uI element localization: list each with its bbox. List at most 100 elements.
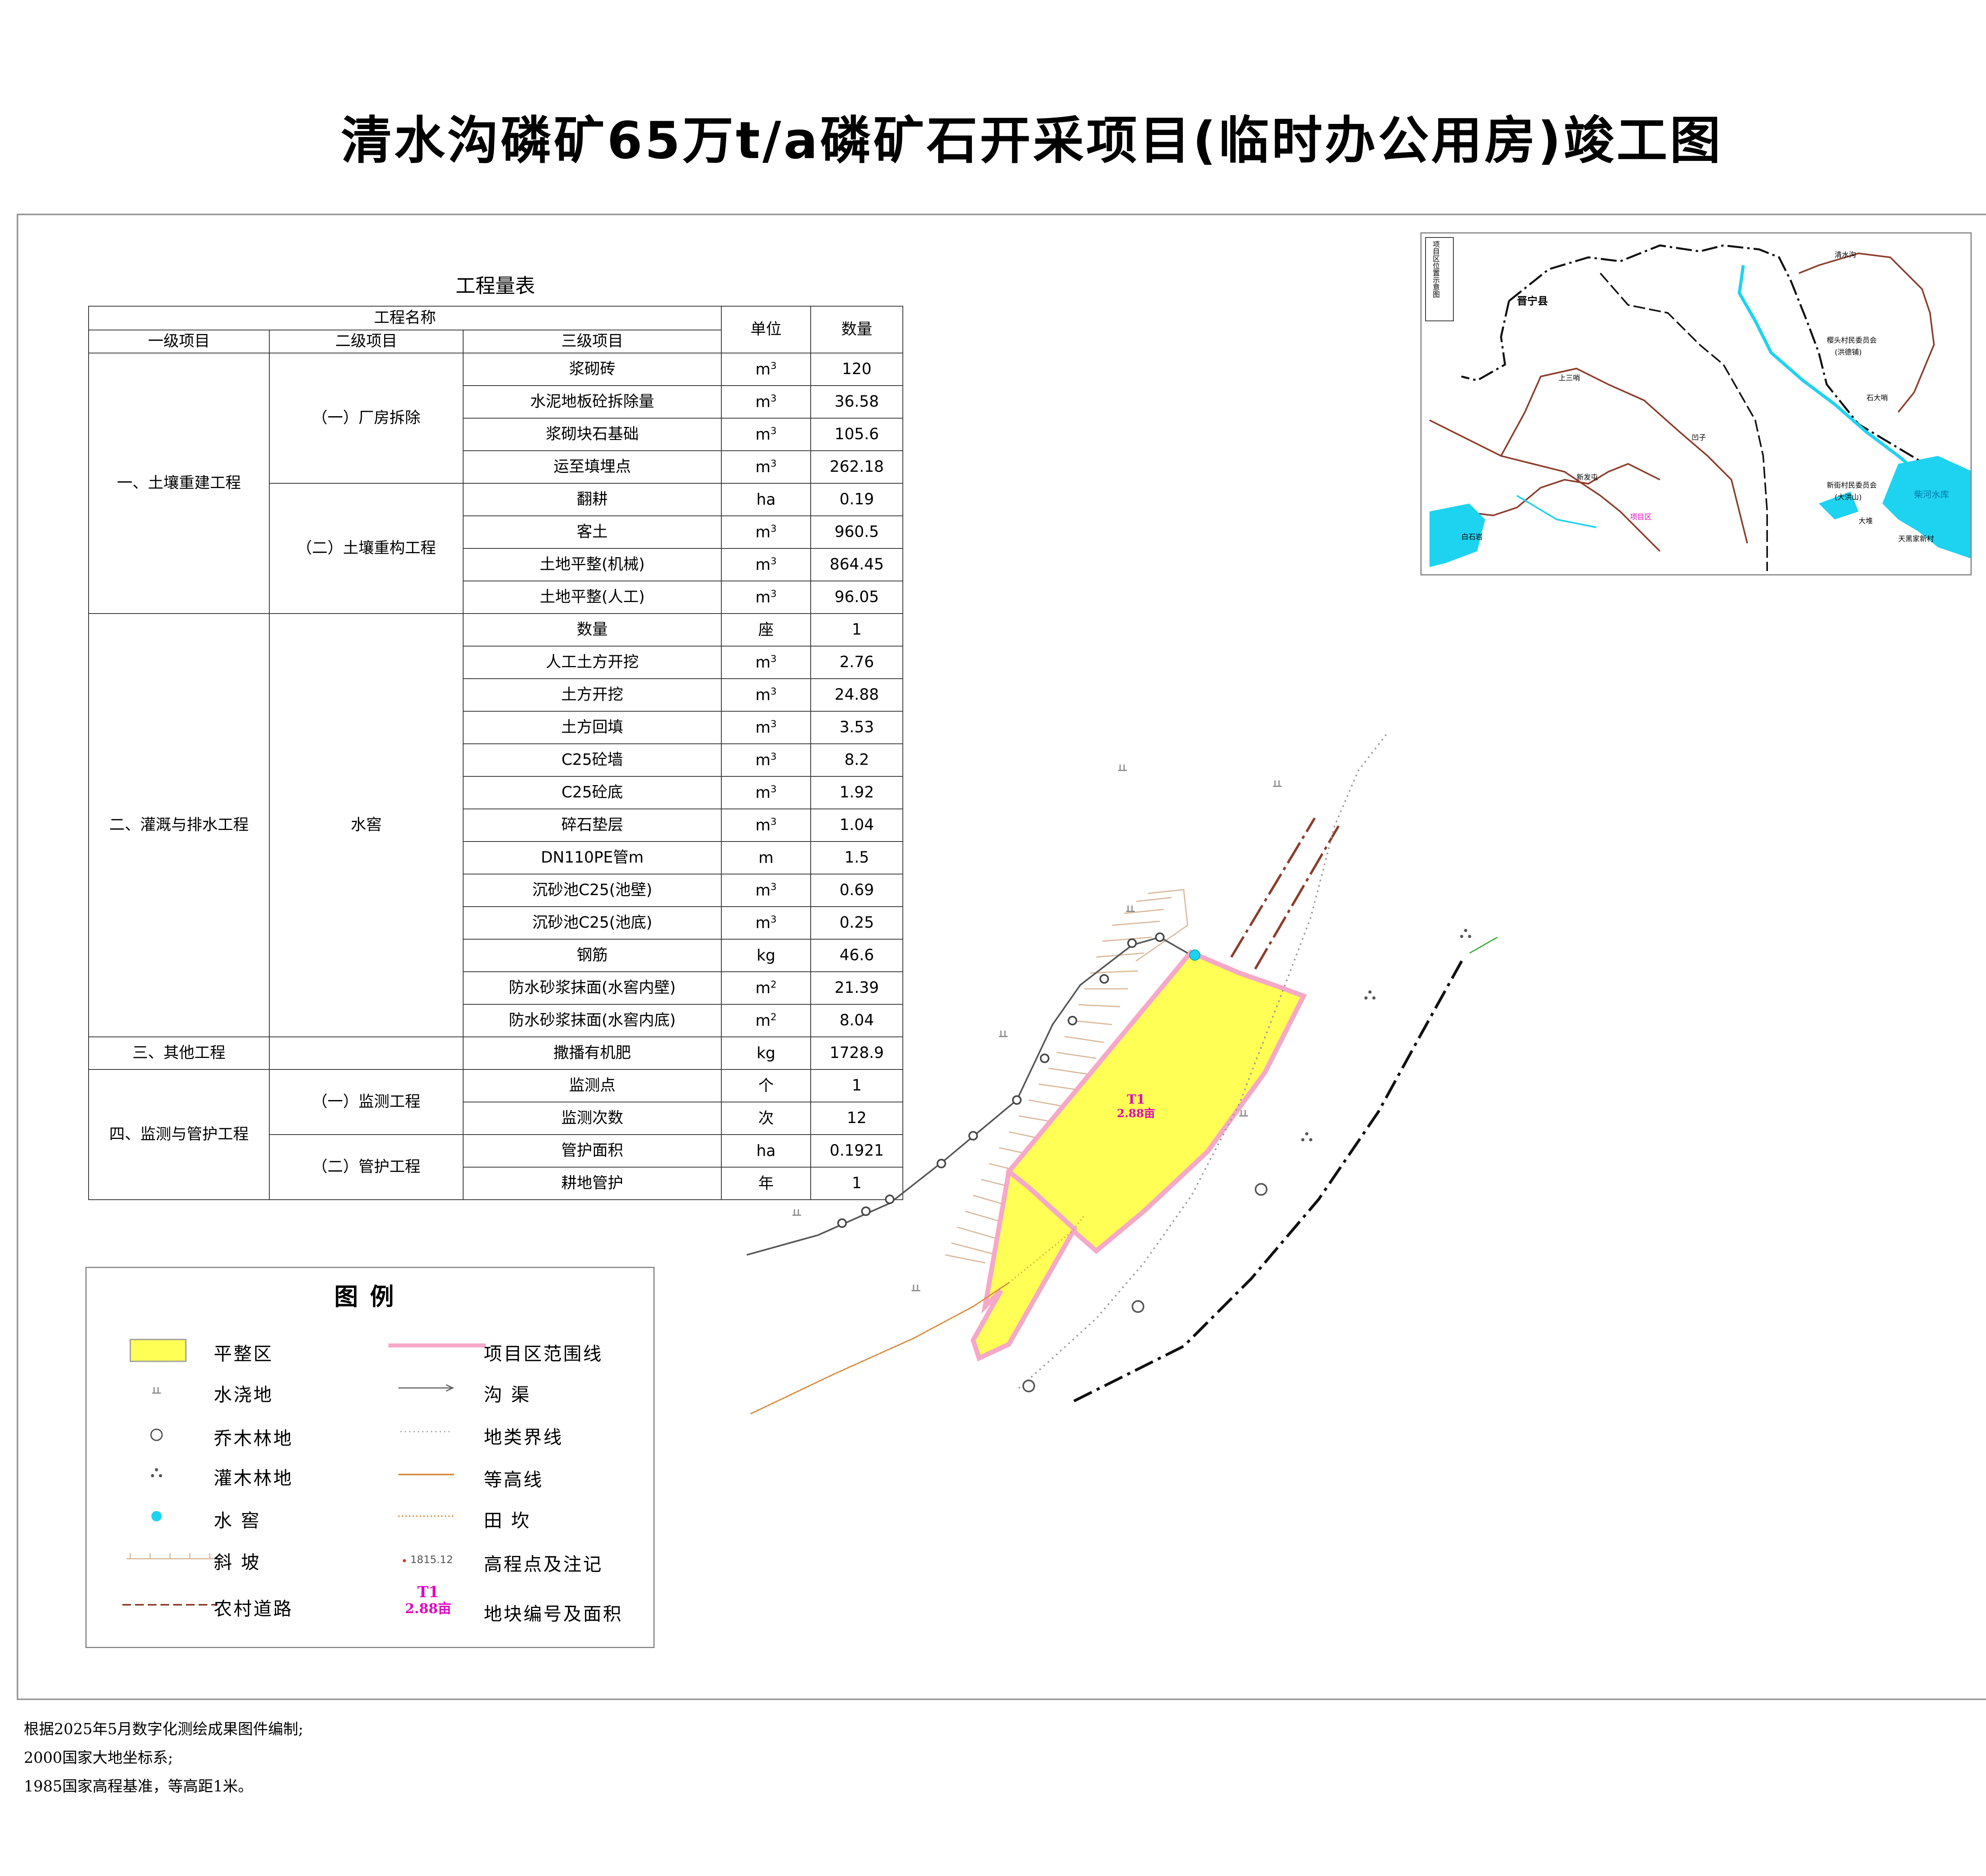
unit-cell: m3 bbox=[721, 874, 811, 907]
header-level3: 三级项目 bbox=[463, 330, 722, 353]
inset-label-place4: 上三哨 bbox=[1559, 374, 1580, 382]
quantity-cell: 3.53 bbox=[810, 711, 903, 744]
level3-cell: 浆砌砖 bbox=[463, 353, 722, 386]
level3-cell: 监测点 bbox=[463, 1069, 722, 1102]
level3-cell: 数量 bbox=[463, 613, 722, 647]
quantity-cell: 36.58 bbox=[810, 385, 903, 419]
level3-cell: 钢筋 bbox=[463, 939, 722, 972]
unit-exponent: 3 bbox=[770, 881, 777, 892]
legend-label-boundary: 项目区范围线 bbox=[484, 1343, 603, 1365]
unit-cell: m3 bbox=[721, 743, 811, 777]
parcel-id: T1 bbox=[1126, 1092, 1146, 1107]
quantity-table: 工程名称 单位 数量 一级项目 二级项目 三级项目 一、土壤重建工程 （一）厂房拆除 浆砌砖 m3… bbox=[88, 306, 903, 1200]
unit-exponent: 3 bbox=[770, 913, 777, 925]
unit-cell: m bbox=[721, 841, 811, 874]
inset-label-place1: 清水沟 bbox=[1835, 251, 1856, 259]
unit-text: m bbox=[755, 588, 771, 606]
level3-cell: C25砼墙 bbox=[463, 743, 722, 777]
inset-title: 项目区位置示意图 bbox=[1432, 241, 1440, 298]
unit-text: m bbox=[758, 849, 774, 867]
level1-cell: 一、土壤重建工程 bbox=[88, 353, 270, 614]
note-line-3: 1985国家高程基准，等高距1米。 bbox=[24, 1778, 253, 1795]
level3-cell: C25砼底 bbox=[463, 776, 722, 809]
unit-text: ha bbox=[756, 490, 776, 509]
unit-exponent: 3 bbox=[770, 523, 777, 534]
legend-label-shrub: 灌木林地 bbox=[214, 1467, 293, 1489]
unit-text: m bbox=[755, 458, 771, 476]
quantity-cell: 1.92 bbox=[810, 776, 903, 809]
unit-cell: kg bbox=[721, 939, 811, 972]
unit-text: m bbox=[755, 979, 771, 997]
quantity-cell: 1.04 bbox=[810, 809, 903, 842]
unit-exponent: 3 bbox=[770, 425, 777, 436]
unit-text: m bbox=[755, 686, 771, 704]
legend-arbor-symbol bbox=[150, 1428, 163, 1441]
unit-cell: m3 bbox=[721, 776, 811, 809]
unit-cell: m3 bbox=[721, 678, 811, 712]
table-row: 四、监测与管护工程 （一）监测工程 监测点 个 1 bbox=[88, 1069, 903, 1200]
quantity-cell: 0.25 bbox=[810, 906, 903, 940]
quantity-cell: 0.19 bbox=[810, 483, 903, 516]
unit-cell: 年 bbox=[721, 1167, 811, 1200]
inset-map-drawing bbox=[1425, 237, 1971, 571]
note-line-2: 2000国家大地坐标系; bbox=[24, 1749, 173, 1766]
level3-cell: 沉砂池C25(池壁) bbox=[463, 874, 722, 907]
unit-cell: m3 bbox=[721, 450, 811, 484]
level2-cell: 水窖 bbox=[269, 613, 464, 1037]
unit-text: 次 bbox=[758, 1109, 774, 1127]
quantity-cell: 864.45 bbox=[810, 548, 903, 581]
inset-label-place8: (大洪山) bbox=[1835, 493, 1862, 502]
unit-exponent: 3 bbox=[770, 816, 777, 827]
quantity-cell: 120 bbox=[810, 353, 903, 386]
inset-label-place5: 白石岩 bbox=[1461, 533, 1483, 541]
quantity-cell: 1 bbox=[810, 1069, 903, 1102]
unit-cell: m3 bbox=[721, 906, 811, 940]
legend-label-irrigated: 水浇地 bbox=[214, 1384, 273, 1405]
level3-cell: 翻耕 bbox=[463, 483, 722, 516]
level3-cell: 水泥地板砼拆除量 bbox=[463, 385, 722, 419]
unit-exponent: 3 bbox=[770, 555, 777, 567]
unit-exponent: 3 bbox=[770, 392, 777, 404]
unit-cell: m3 bbox=[721, 711, 811, 744]
header-quantity: 数量 bbox=[810, 306, 903, 353]
legend-slope-symbol bbox=[126, 1553, 214, 1559]
unit-text: m bbox=[755, 653, 771, 672]
legend-label-water-cellar: 水 窖 bbox=[214, 1510, 261, 1531]
unit-cell: m3 bbox=[721, 515, 811, 549]
unit-text: 年 bbox=[758, 1174, 774, 1193]
level3-cell: 防水砂浆抹面(水窖内壁) bbox=[463, 971, 722, 1005]
map-notes: 根据2025年5月数字化测绘成果图件编制; 2000国家大地坐标系; 1985国… bbox=[24, 1715, 303, 1801]
level3-cell: 耕地管护 bbox=[463, 1167, 722, 1200]
level3-cell: 土地平整(机械) bbox=[463, 548, 722, 581]
quantity-cell: 2.76 bbox=[810, 646, 903, 679]
unit-exponent: 3 bbox=[770, 718, 777, 730]
quantity-cell: 46.6 bbox=[810, 939, 903, 972]
unit-text: 座 bbox=[758, 621, 774, 639]
legend-label-road: 农村道路 bbox=[214, 1598, 293, 1619]
unit-text: m bbox=[755, 881, 771, 899]
level3-cell: DN110PE管m bbox=[463, 841, 722, 874]
level3-cell: 撒播有机肥 bbox=[463, 1036, 722, 1070]
legend-shrub-symbol bbox=[151, 1468, 162, 1477]
unit-cell: m3 bbox=[721, 581, 811, 614]
unit-text: m bbox=[755, 523, 771, 541]
legend-parcel-sample: T1 2.88亩 bbox=[396, 1584, 460, 1617]
level1-cell: 二、灌溉与排水工程 bbox=[88, 613, 270, 1037]
legend-symbols bbox=[122, 1339, 486, 1606]
unit-text: m bbox=[755, 1011, 771, 1030]
unit-exponent: 3 bbox=[770, 457, 777, 469]
unit-exponent: 3 bbox=[770, 360, 777, 371]
level3-cell: 客土 bbox=[463, 515, 722, 549]
unit-exponent: 3 bbox=[770, 751, 777, 762]
level3-cell: 土方回填 bbox=[463, 711, 722, 744]
quantity-cell: 105.6 bbox=[810, 418, 903, 451]
legend-parcel-area: 2.88亩 bbox=[405, 1601, 452, 1617]
unit-cell: m3 bbox=[721, 809, 811, 842]
level2-cell: （二）土壤重构工程 bbox=[269, 483, 464, 614]
quantity-cell: 8.2 bbox=[810, 743, 903, 777]
level3-cell: 沉砂池C25(池底) bbox=[463, 906, 722, 940]
legend-leveling-swatch bbox=[129, 1339, 187, 1362]
quantity-cell: 21.39 bbox=[810, 971, 903, 1005]
quantity-cell: 96.05 bbox=[810, 581, 903, 614]
parcel-label: T1 2.88亩 bbox=[1108, 1092, 1164, 1121]
